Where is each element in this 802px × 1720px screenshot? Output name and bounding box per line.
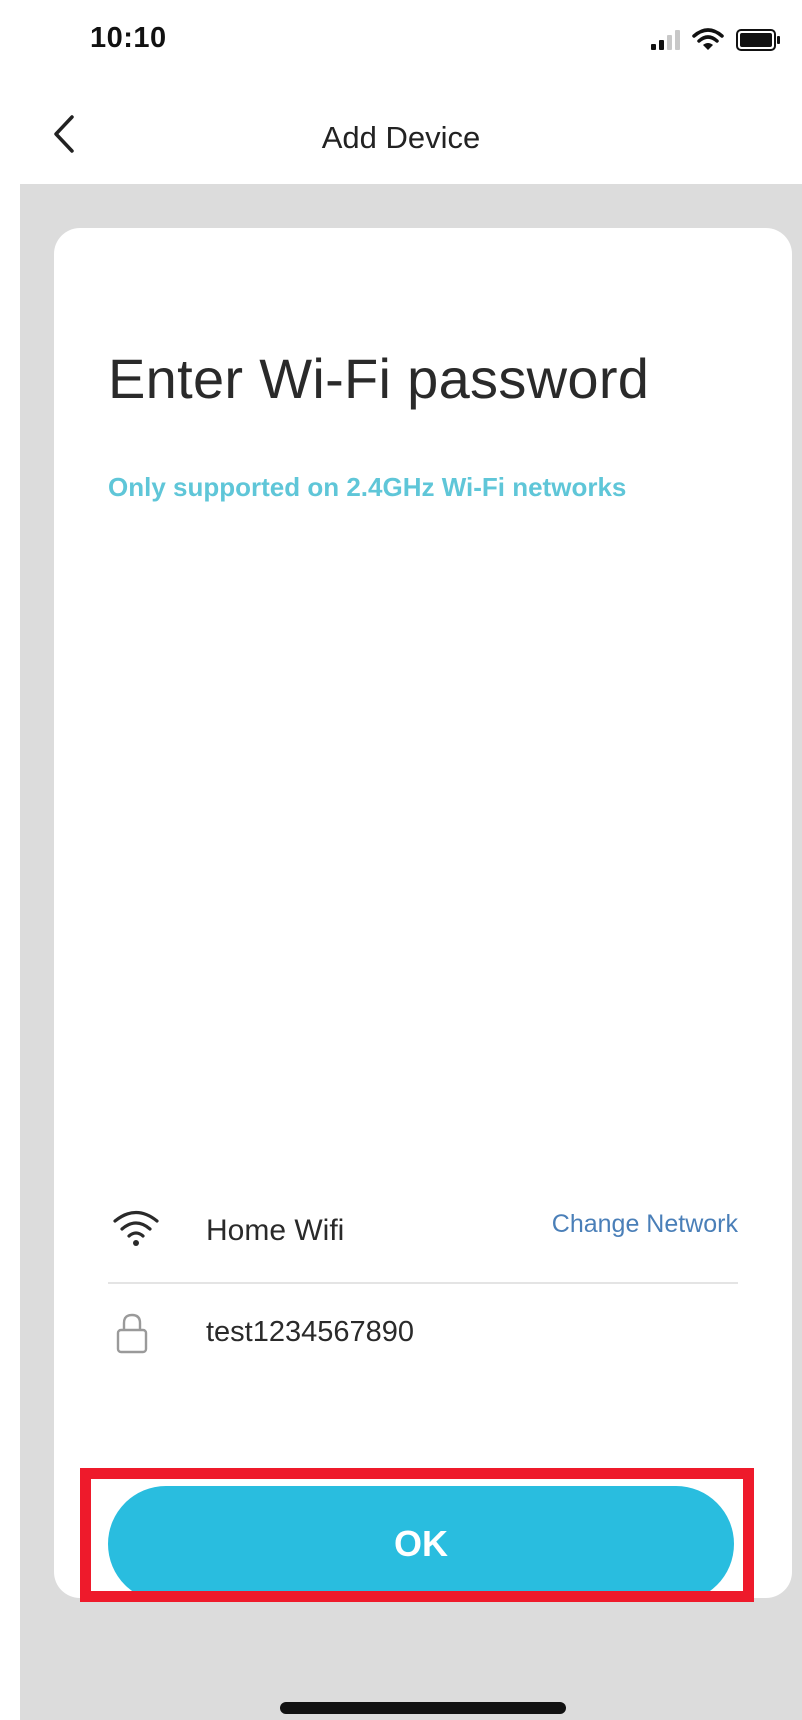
- frequency-note: Only supported on 2.4GHz Wi-Fi networks: [108, 472, 627, 502]
- status-bar: 10:10: [0, 0, 802, 86]
- password-row: [108, 1302, 738, 1372]
- status-icons: [650, 28, 782, 57]
- battery-icon: [736, 29, 782, 56]
- change-network-link[interactable]: Change Network: [552, 1210, 738, 1239]
- lock-icon: [116, 1312, 148, 1359]
- highlight-frame: [80, 1468, 754, 1602]
- content-card: Enter Wi-Fi password Only supported on 2…: [54, 228, 792, 1598]
- wifi-signal-icon: [692, 28, 724, 57]
- cellular-signal-icon: [650, 29, 680, 56]
- page-title: Enter Wi-Fi password: [108, 347, 650, 410]
- wifi-icon: [112, 1208, 160, 1253]
- password-input[interactable]: [206, 1312, 726, 1352]
- network-name: Home Wifi: [206, 1214, 345, 1247]
- network-row: Home Wifi Change Network: [108, 1196, 738, 1268]
- nav-header: Add Device: [0, 86, 802, 184]
- divider: [108, 1282, 738, 1284]
- add-device-screen: 10:10 Add Device Enter Wi-Fi password On…: [0, 0, 802, 1720]
- home-indicator: [280, 1702, 566, 1714]
- status-time: 10:10: [90, 22, 167, 54]
- page-header-title: Add Device: [321, 120, 481, 155]
